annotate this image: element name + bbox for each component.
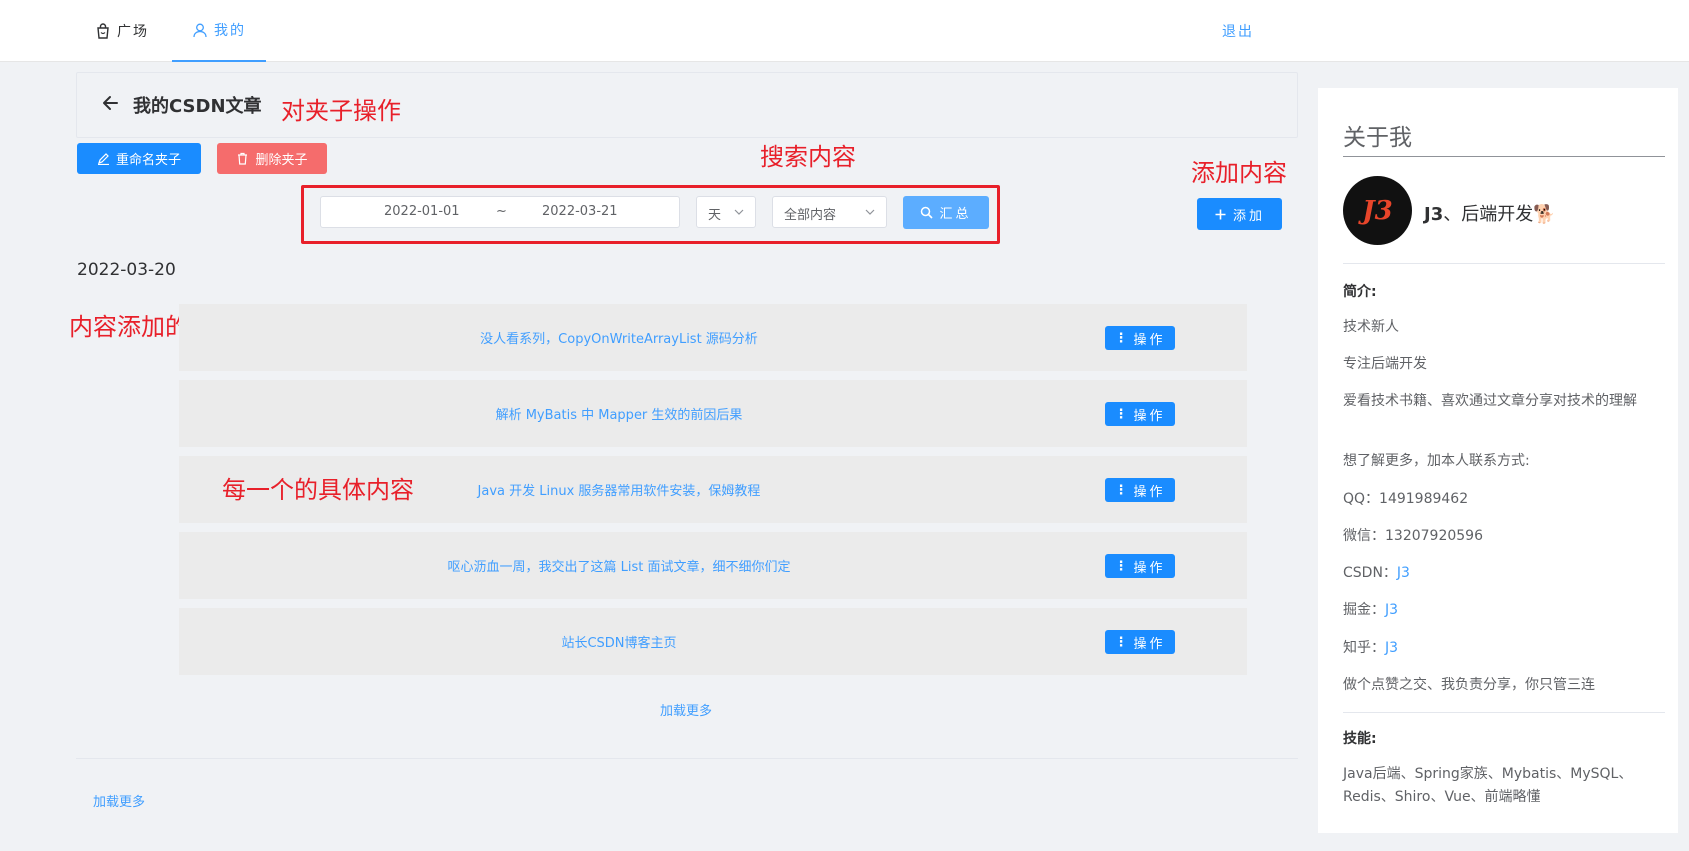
more-vertical-icon: ⋮ bbox=[1114, 482, 1128, 498]
article-title-link[interactable]: 解析 MyBatis 中 Mapper 生效的前因后果 bbox=[179, 404, 1059, 423]
page-title: 我的CSDN文章 bbox=[133, 96, 262, 117]
about-title: 关于我 bbox=[1343, 125, 1412, 151]
csdn-prefix: CSDN： bbox=[1343, 565, 1397, 581]
annotation-item: 每一个的具体内容 bbox=[222, 476, 414, 504]
logout-link[interactable]: 退出 bbox=[1222, 0, 1254, 62]
delete-folder-button[interactable]: 删除夹子 bbox=[217, 143, 327, 174]
more-vertical-icon: ⋮ bbox=[1114, 558, 1128, 574]
user-icon bbox=[192, 22, 208, 38]
wechat-line: 微信：13207920596 bbox=[1343, 528, 1483, 544]
load-more-groups-link[interactable]: 加载更多 bbox=[93, 791, 145, 810]
end-date[interactable]: 2022-03-21 bbox=[542, 204, 618, 219]
chevron-down-icon bbox=[733, 206, 745, 218]
article-item: 站长CSDN博客主页 ⋮ 操作 bbox=[179, 608, 1247, 675]
shopping-bag-icon bbox=[95, 23, 111, 39]
intro-line: 技术新人 bbox=[1343, 319, 1399, 335]
add-content-button[interactable]: 添加 bbox=[1197, 198, 1282, 230]
juejin-prefix: 掘金： bbox=[1343, 602, 1385, 618]
author-name: J3、后端开发🐕 bbox=[1424, 200, 1556, 226]
date-separator: ~ bbox=[496, 204, 507, 219]
article-action-label: 操作 bbox=[1133, 484, 1166, 500]
article-title-link[interactable]: 没人看系列，CopyOnWriteArrayList 源码分析 bbox=[179, 328, 1059, 347]
nav-tab-square-label: 广场 bbox=[117, 24, 149, 40]
more-vertical-icon: ⋮ bbox=[1114, 406, 1128, 422]
content-scope-select[interactable]: 全部内容 bbox=[772, 196, 887, 228]
group-date: 2022-03-20 bbox=[77, 260, 176, 280]
divider bbox=[76, 758, 1298, 759]
article-action-button[interactable]: ⋮ 操作 bbox=[1105, 554, 1175, 578]
article-action-button[interactable]: ⋮ 操作 bbox=[1105, 402, 1175, 426]
scrollbar-track[interactable] bbox=[1678, 62, 1689, 851]
author-name-rest: 、后端开发🐕 bbox=[1443, 204, 1556, 225]
delete-folder-label: 删除夹子 bbox=[255, 153, 308, 168]
search-icon bbox=[920, 206, 934, 219]
time-unit-value: 天 bbox=[708, 208, 722, 223]
date-range-picker[interactable]: 2022-01-01 ~ 2022-03-21 bbox=[320, 196, 680, 228]
article-item: 没人看系列，CopyOnWriteArrayList 源码分析 ⋮ 操作 bbox=[179, 304, 1247, 371]
skills-text: Java后端、Spring家族、Mybatis、MySQL、Redis、Shir… bbox=[1343, 766, 1633, 805]
more-vertical-icon: ⋮ bbox=[1114, 330, 1128, 346]
article-title-link[interactable]: 站长CSDN博客主页 bbox=[179, 632, 1059, 651]
skills-label: 技能: bbox=[1343, 731, 1377, 747]
nav-tab-square[interactable]: 广场 bbox=[95, 0, 149, 62]
article-action-label: 操作 bbox=[1133, 408, 1166, 424]
summary-search-button[interactable]: 汇总 bbox=[903, 196, 989, 229]
intro-line: 想了解更多，加本人联系方式: bbox=[1343, 453, 1530, 469]
divider bbox=[1343, 263, 1665, 264]
divider bbox=[1343, 156, 1665, 157]
time-unit-select[interactable]: 天 bbox=[696, 196, 756, 228]
load-more-group-link[interactable]: 加载更多 bbox=[660, 700, 712, 719]
chevron-down-icon bbox=[864, 206, 876, 218]
summary-label: 汇总 bbox=[939, 207, 972, 222]
author-name-bold: J3 bbox=[1424, 204, 1444, 225]
article-action-label: 操作 bbox=[1133, 560, 1166, 576]
trash-icon bbox=[236, 152, 249, 165]
article-title-link[interactable]: 呕心沥血一周，我交出了这篇 List 面试文章，细不细你们定 bbox=[179, 556, 1059, 575]
csdn-link[interactable]: J3 bbox=[1397, 565, 1410, 581]
csdn-line: CSDN：J3 bbox=[1343, 562, 1653, 585]
nav-tab-mine[interactable]: 我的 bbox=[172, 0, 266, 62]
article-action-button[interactable]: ⋮ 操作 bbox=[1105, 326, 1175, 350]
juejin-line: 掘金：J3 bbox=[1343, 599, 1653, 622]
more-vertical-icon: ⋮ bbox=[1114, 634, 1128, 650]
zhihu-prefix: 知乎： bbox=[1343, 640, 1385, 656]
motto-line: 做个点赞之交、我负责分享，你只管三连 bbox=[1343, 677, 1595, 693]
juejin-link[interactable]: J3 bbox=[1385, 602, 1398, 618]
add-label: 添加 bbox=[1232, 208, 1265, 224]
plus-icon bbox=[1214, 208, 1227, 221]
edit-icon bbox=[97, 152, 110, 165]
qq-line: QQ：1491989462 bbox=[1343, 491, 1469, 507]
rename-folder-label: 重命名夹子 bbox=[115, 153, 181, 168]
start-date[interactable]: 2022-01-01 bbox=[384, 204, 460, 219]
article-action-label: 操作 bbox=[1133, 636, 1166, 652]
article-action-button[interactable]: ⋮ 操作 bbox=[1105, 630, 1175, 654]
zhihu-line: 知乎：J3 bbox=[1343, 637, 1653, 660]
top-nav-bar: 广场 我的 退出 bbox=[0, 0, 1689, 62]
annotation-search: 搜索内容 bbox=[760, 143, 856, 171]
intro-line: 专注后端开发 bbox=[1343, 356, 1427, 372]
zhihu-link[interactable]: J3 bbox=[1385, 640, 1398, 656]
annotation-add: 添加内容 bbox=[1191, 159, 1287, 187]
divider bbox=[1343, 712, 1665, 713]
article-item: 呕心沥血一周，我交出了这篇 List 面试文章，细不细你们定 ⋮ 操作 bbox=[179, 532, 1247, 599]
article-action-label: 操作 bbox=[1133, 332, 1166, 348]
about-me-card: 关于我 J3 J3、后端开发🐕 简介: 技术新人 专注后端开发 爱看技术书籍、喜… bbox=[1318, 88, 1678, 833]
rename-folder-button[interactable]: 重命名夹子 bbox=[77, 143, 201, 174]
article-action-button[interactable]: ⋮ 操作 bbox=[1105, 478, 1175, 502]
avatar: J3 bbox=[1343, 176, 1412, 245]
article-item: 解析 MyBatis 中 Mapper 生效的前因后果 ⋮ 操作 bbox=[179, 380, 1247, 447]
content-scope-value: 全部内容 bbox=[784, 208, 837, 223]
nav-tab-mine-label: 我的 bbox=[214, 23, 246, 39]
intro-line: 爱看技术书籍、喜欢通过文章分享对技术的理解 bbox=[1343, 393, 1637, 409]
annotation-folder-ops: 对夹子操作 bbox=[281, 97, 401, 125]
back-arrow-icon[interactable] bbox=[100, 92, 122, 114]
intro-label: 简介: bbox=[1343, 284, 1377, 300]
